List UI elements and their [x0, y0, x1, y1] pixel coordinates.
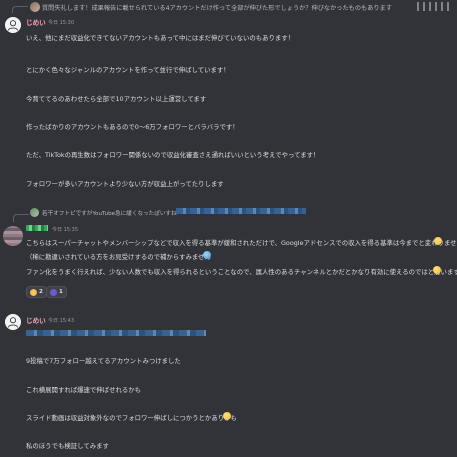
reply-connector — [13, 214, 29, 222]
reply-preview-text[interactable]: 若干オフトピですがYouTube急に緩くなったぽいすね — [42, 209, 177, 217]
timestamp: 今日 15:30 — [48, 20, 74, 26]
message-line: ただ、TikTokの再生数はフォロワー関係ないので収益化審査さえ通ればいいという… — [26, 151, 320, 159]
message-line: 9投稿で7万フォロー越えてるアカウントみつけました — [26, 357, 181, 365]
message-line: スライド動画は収益対象外なのでフォロワー伸ばしにつかうとかありかも — [26, 414, 237, 422]
author-name[interactable]: じめい — [26, 17, 46, 27]
message-line: これ横展開すれば爆速で伸ばせれるかも — [26, 386, 142, 394]
redacted-link — [176, 208, 306, 214]
message-actions-icon[interactable] — [417, 2, 453, 11]
message-line: 作ったばかりのアカウントもあるので0〜6万フォロワーとバラバラです！ — [26, 123, 239, 131]
message-line: とにかく色々なジャンルのアカウントを作って並行で伸ばしています！ — [26, 66, 230, 74]
author-name[interactable]: じめい — [26, 315, 46, 325]
message-line: フォロワーが多いアカウントより少ない方が収益上がってたりします — [26, 180, 224, 188]
timestamp: 今日 15:35 — [52, 227, 78, 233]
reaction-2[interactable]: 1 — [46, 286, 67, 298]
message-line: 今育ててるのあわせたら全部で10アカウント以上運営してます — [26, 95, 207, 103]
face-icon — [30, 288, 37, 296]
user-avatar-icon — [5, 314, 21, 330]
smile-emoji-icon — [434, 237, 442, 245]
timestamp: 今日 15:43 — [48, 318, 74, 324]
plus-icon — [50, 288, 57, 296]
author-name-redacted[interactable] — [26, 225, 48, 231]
avatar[interactable] — [5, 314, 21, 330]
reply-connector — [12, 6, 28, 13]
message-line: いえ、他にまだ収益化できてないアカウントもあって中にはまだ伸びていないのもありま… — [26, 34, 295, 42]
reaction-count: 2 — [39, 289, 43, 295]
reply-preview-text[interactable]: 質問失礼します！成果報告に載せられている4アカウントだけ作って全部が伸びた形でし… — [42, 3, 392, 12]
message-line: ファン化をうまく行えれば、少ない人数でも収入を得られるということなので、属人性の… — [26, 268, 457, 276]
sweat-emoji-icon — [203, 251, 211, 259]
message-line: （稀に勘違いされている方をお見受けするので補からすみません — [26, 253, 211, 261]
thinking-emoji-icon — [223, 412, 231, 420]
reaction-count: 1 — [59, 289, 63, 295]
reply-avatar — [30, 2, 40, 12]
reply-avatar — [30, 208, 39, 217]
reaction-1[interactable]: 2 — [26, 286, 47, 298]
relieved-emoji-icon — [433, 266, 441, 274]
redacted-link — [26, 330, 206, 336]
message-line: 私のほうでも検証してみます — [26, 442, 109, 450]
user-avatar-icon — [5, 17, 21, 33]
avatar[interactable] — [3, 226, 23, 246]
avatar[interactable] — [5, 17, 21, 33]
reply-preview[interactable]: 質問失礼します！成果報告に載せられている4アカウントだけ作って全部が伸びた形でし… — [0, 0, 457, 14]
message-line: こちらはスーパーチャットやメンバーシップなどで収入を得る基準が緩和されただけで、… — [26, 239, 457, 247]
